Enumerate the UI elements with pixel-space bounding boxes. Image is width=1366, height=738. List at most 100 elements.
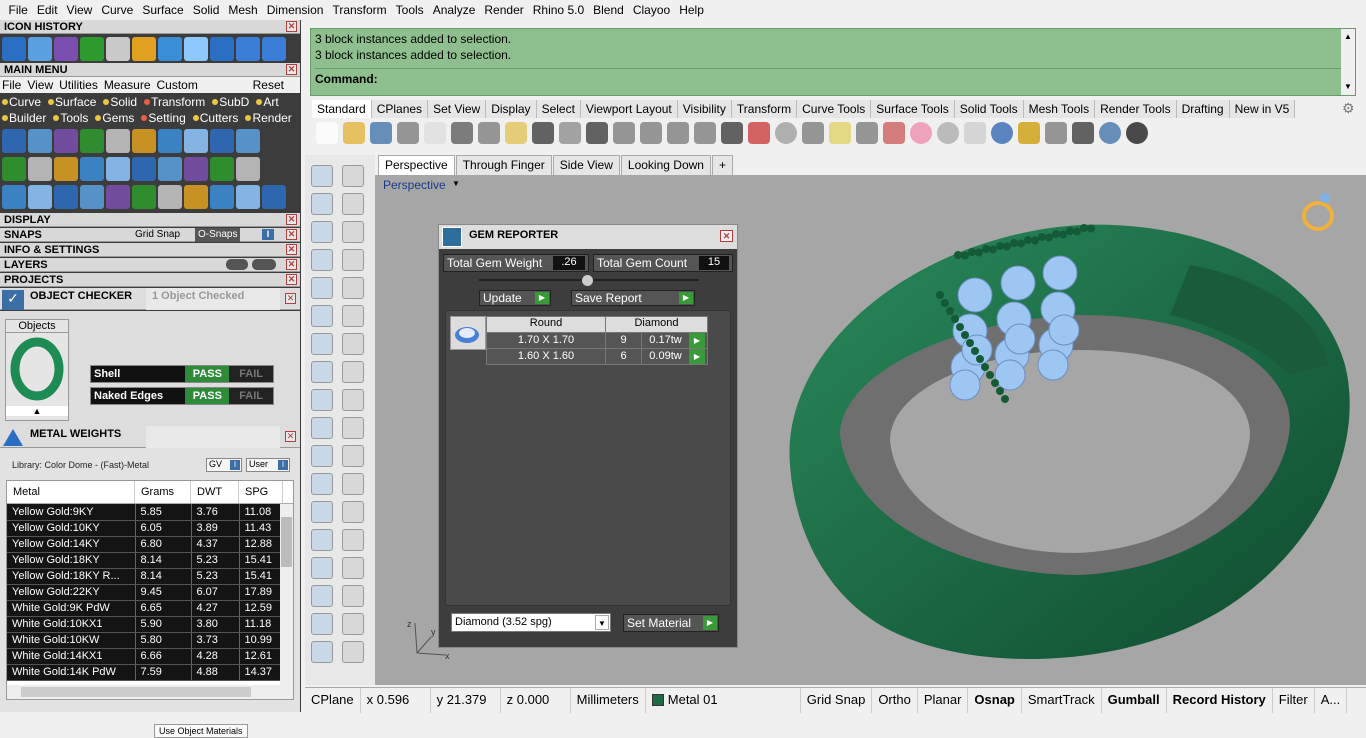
gear-icon[interactable] bbox=[158, 129, 182, 153]
import-icon[interactable] bbox=[424, 122, 446, 144]
paint-icon[interactable] bbox=[342, 641, 364, 663]
scrollbar[interactable] bbox=[280, 504, 293, 686]
toggle-planar[interactable]: Planar bbox=[918, 687, 969, 713]
undo-icon[interactable] bbox=[532, 122, 554, 144]
check-icon[interactable] bbox=[342, 613, 364, 635]
grid-layout-icon[interactable] bbox=[721, 122, 743, 144]
category-builder[interactable]: Builder bbox=[2, 111, 46, 125]
save-report-button[interactable]: Save Report ▶ bbox=[571, 290, 695, 306]
cylinder-icon[interactable] bbox=[311, 361, 333, 383]
close-icon[interactable]: ✕ bbox=[285, 431, 296, 442]
blade-icon[interactable] bbox=[80, 157, 104, 181]
grid-icon[interactable] bbox=[28, 37, 52, 61]
points-icon[interactable] bbox=[802, 122, 824, 144]
polygon-icon[interactable] bbox=[311, 277, 333, 299]
menu-rhino-5-0[interactable]: Rhino 5.0 bbox=[528, 3, 588, 17]
command-scrollbar[interactable]: ▲ ▼ bbox=[1341, 29, 1355, 95]
grid-snap-toggle[interactable]: Grid Snap bbox=[135, 228, 180, 242]
table-row[interactable]: Yellow Gold:10KY 6.05 3.89 11.43 bbox=[7, 520, 284, 537]
move-icon[interactable] bbox=[80, 129, 104, 153]
zoom-extents-icon[interactable] bbox=[667, 122, 689, 144]
layers-header[interactable]: LAYERS ✕ bbox=[0, 258, 300, 272]
set-material-button[interactable]: Set Material ▶ bbox=[623, 614, 719, 632]
category-setting[interactable]: Setting bbox=[141, 111, 186, 125]
close-icon[interactable]: ✕ bbox=[286, 64, 297, 75]
menu-file[interactable]: File bbox=[4, 3, 32, 17]
lightning-icon[interactable] bbox=[342, 389, 364, 411]
curve-icon[interactable] bbox=[342, 193, 364, 215]
copy-icon[interactable] bbox=[311, 613, 333, 635]
category-gems[interactable]: Gems bbox=[95, 111, 134, 125]
toggle-filter[interactable]: Filter bbox=[1273, 687, 1315, 713]
sphere-icon[interactable] bbox=[937, 122, 959, 144]
category-subd[interactable]: SubD bbox=[212, 95, 249, 109]
tab-render-tools[interactable]: Render Tools bbox=[1095, 100, 1177, 118]
icon-history-header[interactable]: ICON HISTORY ✕ bbox=[0, 20, 300, 34]
main-menu-header[interactable]: MAIN MENU ✕ bbox=[0, 63, 300, 77]
menu-view[interactable]: View bbox=[62, 3, 97, 17]
gem-stone[interactable] bbox=[1004, 323, 1036, 355]
gem-stone[interactable] bbox=[994, 359, 1026, 391]
close-icon[interactable]: ✕ bbox=[286, 21, 297, 32]
tab-surface-tools[interactable]: Surface Tools bbox=[871, 100, 955, 118]
gear-icon[interactable]: ⚙ bbox=[1342, 100, 1355, 117]
copy-icon[interactable] bbox=[478, 122, 500, 144]
zoom-icon[interactable] bbox=[613, 122, 635, 144]
back-arrow-icon[interactable] bbox=[236, 37, 260, 61]
gem-stone[interactable] bbox=[1048, 314, 1080, 346]
status-units[interactable]: Millimeters bbox=[571, 687, 646, 713]
network-icon[interactable] bbox=[210, 157, 234, 181]
tab-mesh-tools[interactable]: Mesh Tools bbox=[1023, 100, 1096, 118]
viewport-tab-through-finger[interactable]: Through Finger bbox=[455, 155, 552, 175]
forward-arrow-icon[interactable] bbox=[262, 37, 286, 61]
chevron-down-icon[interactable]: ▼ bbox=[452, 179, 460, 188]
panel-icon[interactable] bbox=[236, 129, 260, 153]
table-row[interactable]: White Gold:14K PdW 7.59 4.88 14.37 bbox=[7, 664, 284, 681]
gem-stone[interactable] bbox=[1037, 349, 1069, 381]
cluster-icon[interactable] bbox=[342, 445, 364, 467]
category-tools[interactable]: Tools bbox=[53, 111, 88, 125]
update-button[interactable]: Update ▶ bbox=[479, 290, 551, 306]
line-icon[interactable] bbox=[80, 185, 104, 209]
menu-clayoo[interactable]: Clayoo bbox=[628, 3, 674, 17]
plane-icon[interactable] bbox=[2, 157, 26, 181]
tab-drafting[interactable]: Drafting bbox=[1176, 100, 1230, 118]
tab-transform[interactable]: Transform bbox=[731, 100, 798, 118]
command-prompt[interactable]: Command: bbox=[315, 68, 1351, 87]
drop-icon[interactable] bbox=[132, 129, 156, 153]
block-icon[interactable] bbox=[311, 557, 333, 579]
close-icon[interactable]: ✕ bbox=[286, 214, 297, 225]
rectangle-icon[interactable] bbox=[342, 249, 364, 271]
scissors-icon[interactable] bbox=[236, 185, 260, 209]
gem-stone[interactable] bbox=[957, 277, 993, 313]
table-row[interactable]: Yellow Gold:22KY 9.45 6.07 17.89 bbox=[7, 584, 284, 601]
shaded-icon[interactable] bbox=[964, 122, 986, 144]
menu-analyze[interactable]: Analyze bbox=[428, 3, 480, 17]
wand-icon[interactable] bbox=[132, 157, 156, 181]
tab-cplanes[interactable]: CPlanes bbox=[371, 100, 429, 118]
main-menu-view[interactable]: View bbox=[27, 78, 53, 92]
chevron-up-icon[interactable]: ▲ bbox=[6, 406, 68, 416]
chain-icon[interactable] bbox=[236, 157, 260, 181]
osnap-indicator-icon[interactable]: I bbox=[262, 229, 274, 240]
trim-icon[interactable] bbox=[132, 37, 156, 61]
book-icon[interactable] bbox=[54, 157, 78, 181]
play-icon[interactable]: ▶ bbox=[689, 333, 705, 348]
tab-curve-tools[interactable]: Curve Tools bbox=[797, 100, 872, 118]
column-header-grams[interactable]: Grams bbox=[135, 481, 191, 503]
cluster-icon[interactable] bbox=[184, 129, 208, 153]
text-icon[interactable] bbox=[311, 501, 333, 523]
gem-stone[interactable] bbox=[1000, 265, 1036, 301]
table-row[interactable]: White Gold:9K PdW 6.65 4.27 12.59 bbox=[7, 600, 284, 617]
move-icon[interactable] bbox=[586, 122, 608, 144]
circle-icon[interactable] bbox=[311, 221, 333, 243]
dim-icon[interactable] bbox=[311, 641, 333, 663]
toggle-osnap[interactable]: Osnap bbox=[968, 687, 1022, 713]
menu-solid[interactable]: Solid bbox=[188, 3, 224, 17]
viewport-label[interactable]: Perspective bbox=[383, 178, 446, 192]
user-toggle[interactable]: User I bbox=[246, 458, 290, 472]
category-surface[interactable]: Surface bbox=[48, 95, 96, 109]
lock-icon[interactable] bbox=[856, 122, 878, 144]
info-header[interactable]: INFO & SETTINGS ✕ bbox=[0, 243, 300, 257]
status-layer[interactable]: Metal 01 bbox=[646, 687, 801, 713]
